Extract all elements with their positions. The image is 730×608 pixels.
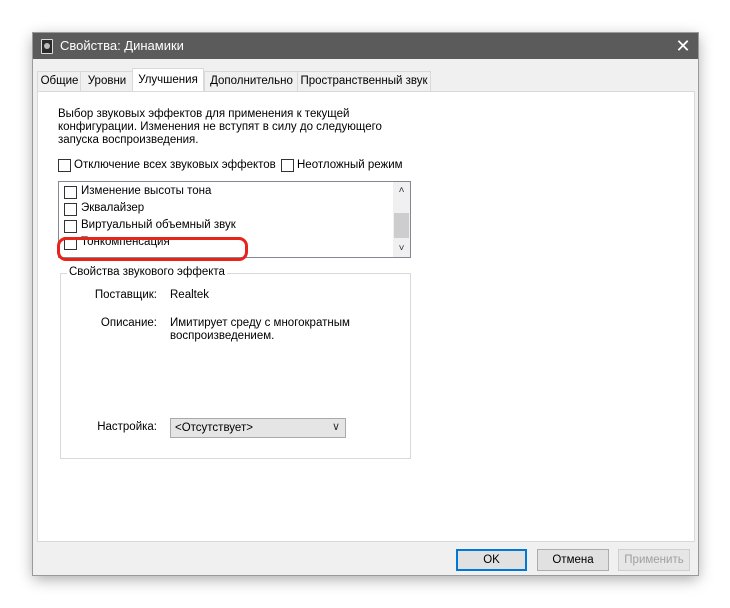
scrollbar-thumb[interactable]	[394, 213, 409, 238]
effects-scrollbar[interactable]: ˄ ˅	[393, 182, 410, 257]
description-line: конфигурации. Изменения не вступят в сил…	[58, 121, 382, 133]
disable-all-effects-label[interactable]: Отключение всех звуковых эффектов	[74, 159, 276, 171]
tab-levels[interactable]: Уровни	[80, 71, 134, 91]
chevron-down-icon: ∨	[331, 421, 340, 433]
tab-advanced[interactable]: Дополнительно	[204, 71, 299, 91]
description-value: Имитирует среду с многократным воспроизв…	[170, 317, 350, 343]
description-line: Выбор звуковых эффектов для применения к…	[58, 108, 350, 120]
enhancements-description: Выбор звуковых эффектов для применения к…	[58, 108, 388, 147]
effect-properties-group: Свойства звукового эффекта Поставщик: Re…	[60, 266, 411, 459]
disable-all-effects-checkbox[interactable]	[58, 159, 71, 172]
scroll-down-icon[interactable]: ˅	[393, 240, 410, 257]
tab-enhancements[interactable]: Улучшения	[132, 68, 204, 92]
cancel-button[interactable]: Отмена	[537, 549, 609, 571]
enhancements-panel: Выбор звуковых эффектов для применения к…	[37, 91, 695, 542]
apply-button[interactable]: Применить	[618, 549, 690, 571]
effect-checkbox[interactable]	[64, 186, 77, 199]
setting-label: Настройка:	[97, 421, 157, 433]
window-title: Свойства: Динамики	[60, 38, 184, 53]
effect-label: Эквалайзер	[81, 202, 145, 214]
effect-checkbox[interactable]	[64, 203, 77, 216]
tab-spatial-sound[interactable]: Пространственный звук	[297, 71, 431, 91]
provider-label: Поставщик:	[94, 289, 157, 301]
effect-label: Изменение высоты тона	[81, 185, 212, 197]
provider-value: Realtek	[170, 289, 209, 301]
description-value-line: Имитирует среду с многократным	[170, 317, 350, 329]
properties-dialog: Свойства: Динамики ✕ Общие Уровни Улучше…	[33, 33, 698, 575]
group-title: Свойства звукового эффекта	[67, 266, 227, 278]
title-bar[interactable]: Свойства: Динамики ✕	[33, 33, 698, 59]
highlight-annotation	[57, 237, 248, 261]
description-line: запуска воспроизведения.	[58, 134, 199, 146]
effect-label: Виртуальный объемный звук	[81, 219, 236, 231]
ok-button[interactable]: OK	[456, 549, 527, 571]
close-button[interactable]: ✕	[668, 33, 698, 59]
setting-dropdown-value: <Отсутствует>	[175, 422, 253, 434]
description-label: Описание:	[100, 317, 157, 329]
speaker-icon	[41, 39, 53, 54]
description-value-line: воспроизведением.	[170, 330, 275, 342]
immediate-mode-checkbox[interactable]	[281, 159, 294, 172]
setting-dropdown[interactable]: <Отсутствует> ∨	[170, 418, 346, 438]
immediate-mode-label[interactable]: Неотложный режим	[297, 159, 403, 171]
effect-checkbox[interactable]	[64, 220, 77, 233]
tab-general[interactable]: Общие	[37, 71, 82, 91]
scroll-up-icon[interactable]: ˄	[393, 182, 410, 199]
